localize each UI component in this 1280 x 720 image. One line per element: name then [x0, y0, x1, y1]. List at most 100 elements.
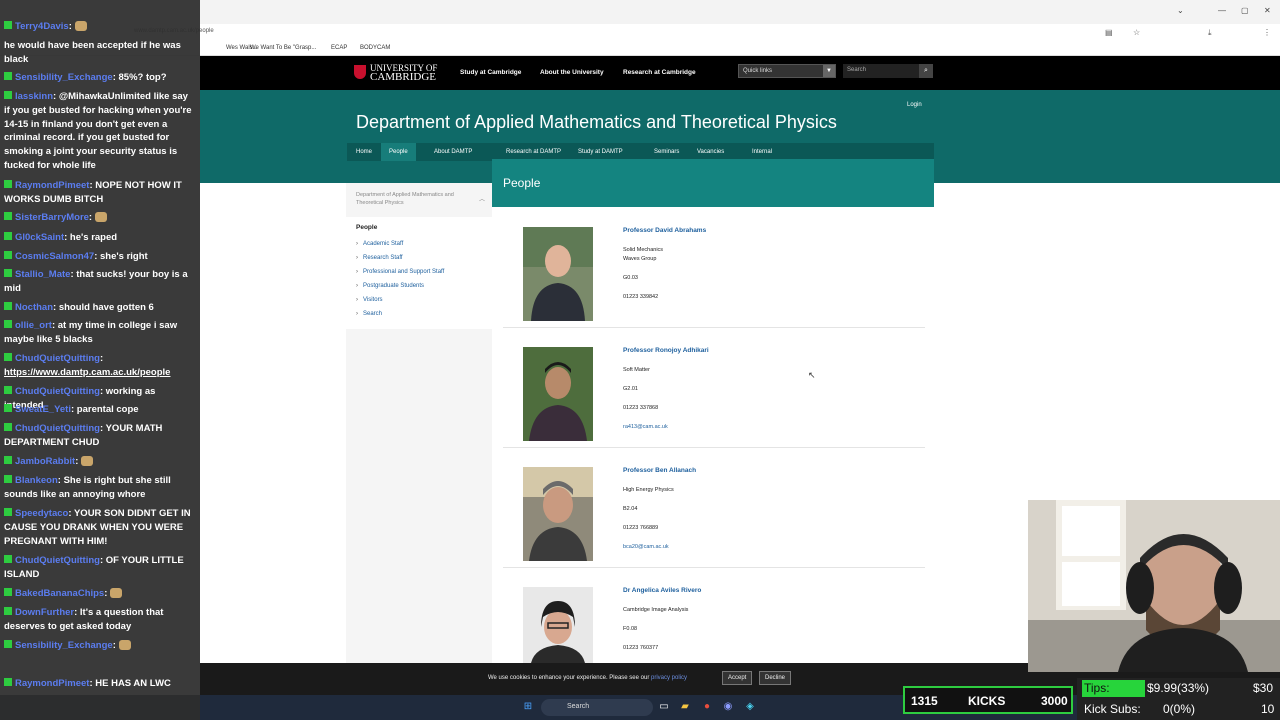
app-icon[interactable]: ◈: [743, 700, 757, 714]
tab-about[interactable]: About DAMTP: [434, 149, 472, 155]
sidebar-heading[interactable]: Department of Applied Mathematics and Th…: [356, 191, 476, 207]
minimize-icon[interactable]: —: [1218, 6, 1226, 15]
chat-username[interactable]: RaymondPimeet: [15, 678, 89, 689]
chat-username[interactable]: DownFurther: [15, 607, 74, 618]
kick-badge-icon: [4, 212, 12, 220]
kick-badge-icon: [4, 423, 12, 431]
menu-icon[interactable]: ⋮: [1263, 28, 1271, 37]
nav-about[interactable]: About the University: [540, 69, 604, 76]
taskbar-search[interactable]: Search: [541, 699, 653, 716]
person-name[interactable]: Professor Ronojoy Adhikari: [623, 347, 709, 354]
kick-badge-icon: [4, 232, 12, 240]
person-card: Professor David Abrahams Solid Mechanics…: [503, 207, 925, 328]
sidebar-item-research[interactable]: Research Staff: [356, 255, 403, 261]
sidebar-item-visitors[interactable]: Visitors: [356, 297, 382, 303]
person-photo[interactable]: [523, 227, 593, 321]
chat-text: parental cope: [76, 404, 139, 415]
chat-username[interactable]: JamboRabbit: [15, 456, 75, 467]
sidebar-item-professional[interactable]: Professional and Support Staff: [356, 269, 444, 275]
chat-message: he would have been accepted if he was bl…: [4, 39, 196, 67]
sidebar-current[interactable]: People: [356, 224, 377, 231]
university-logo[interactable]: UNIVERSITY OF CAMBRIDGE: [370, 64, 437, 83]
download-icon[interactable]: ⤓: [1208, 28, 1212, 38]
chat-username[interactable]: Stallio_Mate: [15, 269, 70, 280]
chevron-down-icon: ▼: [823, 65, 835, 77]
search-input[interactable]: Search ⌕: [843, 64, 933, 78]
discord-icon[interactable]: ◉: [721, 700, 735, 714]
search-icon[interactable]: ⌕: [919, 64, 933, 78]
bookmark-item[interactable]: We Want To Be "Grasp...: [250, 45, 316, 51]
person-name[interactable]: Professor Ben Allanach: [623, 467, 696, 474]
bookmark-item[interactable]: ECAP: [331, 45, 347, 51]
chat-username[interactable]: ChudQuietQuitting: [15, 353, 100, 364]
chat-message: lasskinn: @MihawkaUnlimited like say if …: [4, 91, 192, 171]
chrome-icon[interactable]: ●: [700, 700, 714, 714]
tips-value: $9.99(33%): [1147, 681, 1210, 695]
chat-username[interactable]: SisterBarryMore: [15, 212, 89, 223]
sidebar-item-postgraduate[interactable]: Postgraduate Students: [356, 283, 424, 289]
chat-username[interactable]: RaymondPimeet: [15, 180, 89, 191]
chat-username[interactable]: Blankeon: [15, 475, 58, 486]
people-heading: People: [503, 176, 541, 190]
tab-internal[interactable]: Internal: [752, 149, 772, 155]
subs-goal: 10: [1261, 702, 1275, 716]
chat-username[interactable]: Sensibility_Exchange: [15, 640, 113, 651]
nav-study[interactable]: Study at Cambridge: [460, 69, 521, 76]
sidebar-item-search[interactable]: Search: [356, 311, 382, 317]
tab-research[interactable]: Research at DAMTP: [506, 149, 561, 155]
person-photo[interactable]: [523, 467, 593, 561]
chat-username[interactable]: Nocthan: [15, 302, 53, 313]
chat-username[interactable]: Sensibility_Exchange: [15, 72, 113, 83]
close-window-icon[interactable]: ✕: [1264, 6, 1271, 15]
privacy-policy-link[interactable]: privacy policy: [651, 675, 687, 681]
chat-username[interactable]: ChudQuietQuitting: [15, 555, 100, 566]
extension-icon[interactable]: ▤: [1105, 28, 1113, 37]
tab-people[interactable]: People: [381, 143, 416, 161]
person-photo[interactable]: [523, 587, 593, 663]
chat-message: ollie_ort: at my time in college i saw m…: [4, 320, 178, 345]
chat-username[interactable]: BakedBananaChips: [15, 588, 104, 599]
tab-list-icon[interactable]: ⌄: [1177, 6, 1184, 15]
sidebar-item-academic[interactable]: Academic Staff: [356, 241, 403, 247]
kick-badge-icon: [4, 588, 12, 596]
windows-start-icon[interactable]: ⊞: [521, 700, 535, 714]
person-photo[interactable]: [523, 347, 593, 441]
chat-link[interactable]: https://www.damtp.cam.ac.uk/people: [4, 367, 170, 378]
chat-username[interactable]: ollie_ort: [15, 320, 52, 331]
nav-research[interactable]: Research at Cambridge: [623, 69, 696, 76]
decline-button[interactable]: Decline: [759, 671, 792, 685]
person-phone: 01223 760377: [623, 645, 659, 651]
chat-message: CosmicSalmon47: she's right: [4, 250, 196, 264]
screen: ⌄ — ▢ ✕ www.damtp.cam.ac.uk/people ▤ ☆ ⤓…: [0, 0, 1280, 720]
chat-username[interactable]: SweatE_Yeti: [15, 404, 71, 415]
bookmark-item[interactable]: BODYCAM: [360, 45, 390, 51]
quick-links-select[interactable]: Quick links ▼: [738, 64, 836, 78]
chat-username[interactable]: Terry4Davis: [15, 21, 69, 32]
accept-button[interactable]: Accept: [722, 671, 753, 685]
maximize-icon[interactable]: ▢: [1241, 6, 1249, 15]
chevron-up-icon[interactable]: ︿: [479, 194, 485, 203]
chat-username[interactable]: ChudQuietQuitting: [15, 386, 100, 397]
tab-study[interactable]: Study at DAMTP: [578, 149, 623, 155]
tab-vacancies[interactable]: Vacancies: [697, 149, 724, 155]
chat-username[interactable]: CosmicSalmon47: [15, 251, 94, 262]
person-email-link[interactable]: bca20@cam.ac.uk: [623, 544, 669, 550]
login-link[interactable]: Login: [907, 102, 922, 108]
tab-home[interactable]: Home: [356, 149, 372, 155]
person-name[interactable]: Professor David Abrahams: [623, 227, 706, 234]
bookmark-star-icon[interactable]: ☆: [1133, 28, 1140, 37]
kick-badge-icon: [4, 180, 12, 188]
chat-text: she's right: [100, 251, 148, 262]
tab-seminars[interactable]: Seminars: [654, 149, 679, 155]
file-explorer-icon[interactable]: ▰: [678, 700, 692, 714]
subs-label: Kick Subs:: [1084, 702, 1141, 716]
kick-badge-icon: [4, 678, 12, 686]
chat-username[interactable]: lasskinn: [15, 91, 53, 102]
kick-badge-icon: [4, 251, 12, 259]
task-view-icon[interactable]: ▭: [657, 700, 671, 714]
chat-username[interactable]: Speedytaco: [15, 508, 68, 519]
person-email-link[interactable]: ra413@cam.ac.uk: [623, 424, 668, 430]
chat-username[interactable]: ChudQuietQuitting: [15, 423, 100, 434]
chat-username[interactable]: Gl0ckSaint: [15, 232, 64, 243]
person-name[interactable]: Dr Angelica Aviles Rivero: [623, 587, 701, 594]
